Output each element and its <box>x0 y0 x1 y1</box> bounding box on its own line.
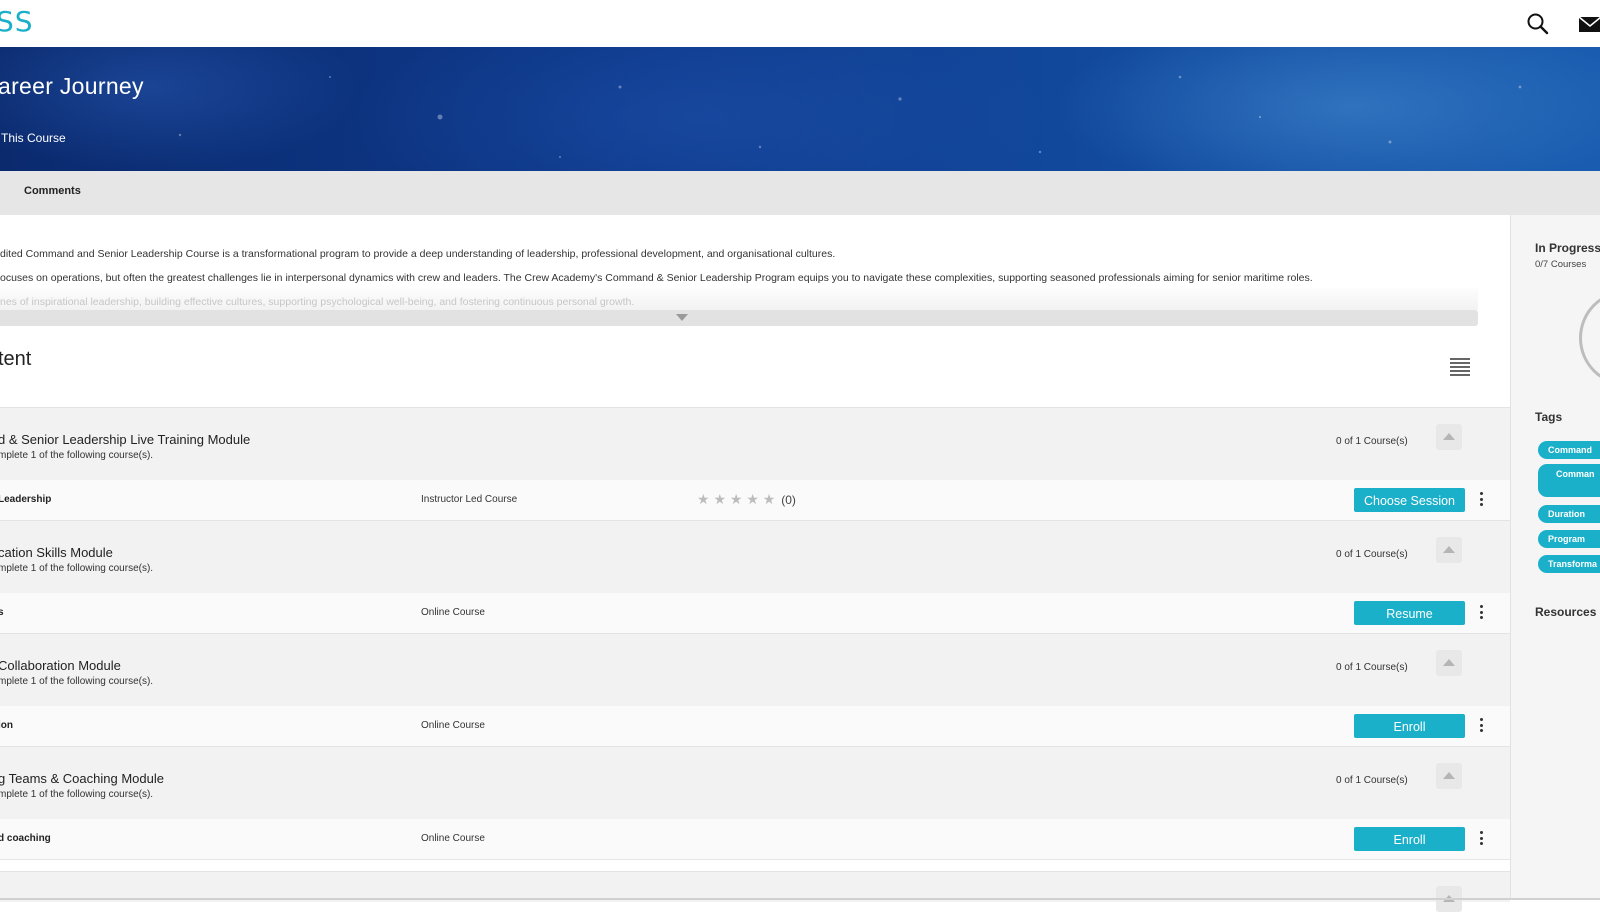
courses-count: 0/7 Courses <box>1535 259 1587 270</box>
module-header: g Teams & Coaching Module mplete 1 of th… <box>0 746 1510 820</box>
module-requirement: mplete 1 of the following course(s). <box>0 789 154 800</box>
tag-chip[interactable]: Comman <box>1538 464 1600 497</box>
module-progress-count: 0 of 1 Course(s) <box>1336 436 1408 447</box>
module-header: cation Skills Module mplete 1 of the fol… <box>0 520 1510 594</box>
module-requirement: mplete 1 of the following course(s). <box>0 676 154 687</box>
star-icons: ★ ★ ★ ★ ★ <box>697 491 776 507</box>
module-progress-count: 0 of 1 Course(s) <box>1336 775 1408 786</box>
right-sidebar: In Progress 0/7 Courses Tags Command Com… <box>1510 215 1600 900</box>
module-requirement: mplete 1 of the following course(s). <box>0 563 154 574</box>
collapse-module-button[interactable] <box>1436 424 1462 450</box>
chevron-up-icon <box>1443 659 1455 666</box>
top-navigation-bar: SS <box>0 0 1600 48</box>
course-row[interactable]: ion Online Course Enroll <box>0 706 1510 747</box>
module-title: Collaboration Module <box>0 658 121 673</box>
course-title: areer Journey <box>0 73 144 99</box>
module-progress-count: 0 of 1 Course(s) <box>1336 549 1408 560</box>
more-options-icon[interactable] <box>1477 718 1485 734</box>
description-line-faded: nes of inspirational leadership, buildin… <box>0 296 635 308</box>
resume-button[interactable]: Resume <box>1354 601 1465 625</box>
tab-comments[interactable]: Comments <box>24 185 81 197</box>
course-row[interactable]: Leadership Instructor Led Course ★ ★ ★ ★… <box>0 480 1510 521</box>
course-row[interactable]: d coaching Online Course Enroll <box>0 819 1510 860</box>
course-type: Online Course <box>421 607 485 618</box>
module-title: g Teams & Coaching Module <box>0 771 164 786</box>
tab-bar: Comments <box>0 171 1600 215</box>
star-rating[interactable]: ★ ★ ★ ★ ★ (0) <box>697 491 796 508</box>
course-name[interactable]: Leadership <box>0 494 51 505</box>
module-header: Collaboration Module mplete 1 of the fol… <box>0 633 1510 707</box>
course-name[interactable]: ion <box>0 720 13 731</box>
module-header: d & Senior Leadership Live Training Modu… <box>0 407 1510 481</box>
progress-ring <box>1579 290 1600 386</box>
description-line: dited Command and Senior Leadership Cour… <box>0 248 836 260</box>
choose-session-button[interactable]: Choose Session <box>1354 488 1465 512</box>
expand-description-button[interactable] <box>0 310 1478 326</box>
collapse-module-button[interactable] <box>1436 650 1462 676</box>
module-requirement: mplete 1 of the following course(s). <box>0 450 154 461</box>
collapse-module-button[interactable] <box>1436 763 1462 789</box>
tag-chip[interactable]: Program <box>1538 530 1600 548</box>
enroll-button[interactable]: Enroll <box>1354 714 1465 738</box>
mail-icon[interactable] <box>1577 11 1600 37</box>
module-progress-count: 0 of 1 Course(s) <box>1336 662 1408 673</box>
rating-count: (0) <box>781 493 796 507</box>
module-title: d & Senior Leadership Live Training Modu… <box>0 432 251 447</box>
chevron-up-icon <box>1443 772 1455 779</box>
tag-chip[interactable]: Transforma <box>1538 555 1600 573</box>
more-options-icon[interactable] <box>1477 831 1485 847</box>
course-type: Online Course <box>421 720 485 731</box>
more-options-icon[interactable] <box>1477 492 1485 508</box>
module-title: cation Skills Module <box>0 545 113 560</box>
search-icon[interactable] <box>1525 11 1551 37</box>
enroll-button[interactable]: Enroll <box>1354 827 1465 851</box>
hero-subtitle[interactable]: This Course <box>1 131 66 145</box>
hero-banner: areer Journey This Course <box>0 47 1600 171</box>
course-type: Instructor Led Course <box>421 494 518 505</box>
more-options-icon[interactable] <box>1477 605 1485 621</box>
progress-status: In Progress <box>1535 241 1600 255</box>
content-heading: tent <box>0 348 32 370</box>
tags-heading: Tags <box>1535 410 1563 424</box>
course-name[interactable]: d coaching <box>0 833 51 844</box>
main-content: dited Command and Senior Leadership Cour… <box>0 215 1510 912</box>
chevron-up-icon <box>1443 433 1455 440</box>
tag-chip[interactable]: Command <box>1538 441 1600 459</box>
course-row[interactable]: s Online Course Resume <box>0 593 1510 634</box>
resources-heading: Resources <box>1535 605 1597 619</box>
collapse-module-button[interactable] <box>1436 537 1462 563</box>
description-line: ocuses on operations, but often the grea… <box>0 272 1313 284</box>
course-name[interactable]: s <box>0 607 4 618</box>
list-view-icon[interactable] <box>1448 356 1472 376</box>
chevron-up-icon <box>1443 546 1455 553</box>
course-type: Online Course <box>421 833 485 844</box>
banner-texture <box>178 75 1522 158</box>
chevron-down-icon <box>676 314 688 321</box>
brand-logo[interactable]: SS <box>0 4 34 40</box>
tag-chip[interactable]: Duration <box>1538 505 1600 523</box>
